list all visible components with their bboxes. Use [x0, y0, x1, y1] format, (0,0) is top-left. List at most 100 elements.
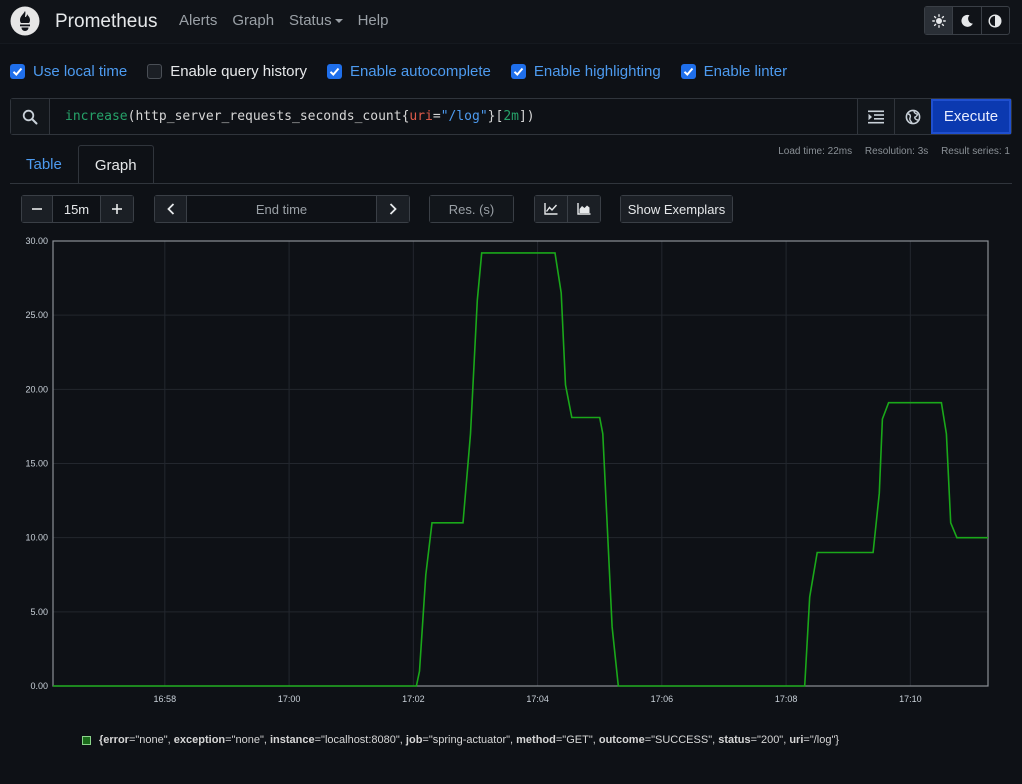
- prometheus-logo-icon[interactable]: [10, 6, 40, 36]
- expression-bar: increase(http_server_requests_seconds_co…: [10, 98, 1012, 135]
- legend-label-value: ="none",: [128, 734, 174, 746]
- decrease-range-button[interactable]: [22, 196, 53, 222]
- legend-label-value: ="none",: [225, 734, 270, 746]
- dark-theme-button[interactable]: [953, 7, 982, 34]
- checkbox[interactable]: [147, 64, 163, 79]
- legend-label-key: outcome: [598, 734, 645, 746]
- y-tick-label: 15.00: [25, 459, 48, 469]
- range-control: 15m: [21, 195, 134, 223]
- checkbox[interactable]: [680, 64, 696, 79]
- chevron-right-icon: [389, 203, 397, 215]
- indent-icon: [868, 110, 884, 123]
- panel-tabs: Table Graph: [10, 145, 154, 184]
- checkbox[interactable]: [510, 64, 526, 79]
- expr-close: ]): [518, 109, 535, 124]
- next-time-button[interactable]: [377, 196, 409, 222]
- unstacked-chart-button[interactable]: [535, 196, 568, 222]
- sun-icon: [931, 13, 946, 28]
- y-tick-label: 10.00: [25, 533, 48, 543]
- execute-button[interactable]: Execute: [931, 99, 1011, 134]
- option-label[interactable]: Enable highlighting: [534, 63, 661, 80]
- check-icon: [683, 67, 693, 76]
- resolution-input[interactable]: Res. (s): [430, 196, 513, 222]
- expr-paren-open: (: [127, 109, 136, 124]
- nav-status-dropdown[interactable]: Status: [289, 12, 343, 29]
- expr-metric: http_server_requests_seconds_count: [135, 109, 402, 124]
- end-time-input[interactable]: End time: [187, 196, 377, 222]
- legend-label-value: ="/log"}: [803, 734, 840, 746]
- legend-label-key: status: [718, 734, 751, 746]
- line-chart-icon: [544, 203, 558, 215]
- tab-table[interactable]: Table: [10, 145, 78, 184]
- stacked-chart-button[interactable]: [568, 196, 600, 222]
- area-chart-icon: [577, 203, 591, 215]
- show-exemplars-button[interactable]: Show Exemplars: [621, 196, 732, 222]
- previous-time-button[interactable]: [155, 196, 187, 222]
- resolution: Resolution: 3s: [864, 146, 929, 157]
- option-label[interactable]: Enable autocomplete: [350, 63, 491, 80]
- chevron-left-icon: [166, 203, 174, 215]
- resolution-control: Res. (s): [429, 195, 514, 223]
- series-color-swatch: [82, 735, 91, 745]
- plus-icon: [112, 204, 122, 214]
- option-enable-query-history[interactable]: Enable query history: [147, 63, 307, 80]
- search-icon: [22, 109, 38, 124]
- globe-icon: [905, 109, 921, 124]
- tab-divider: [10, 183, 1012, 184]
- option-enable-highlighting[interactable]: Enable highlighting: [510, 63, 661, 80]
- legend-label-value: ="GET",: [555, 734, 599, 746]
- top-navbar: Prometheus Alerts Graph Status Help: [0, 0, 1022, 44]
- nav-graph[interactable]: Graph: [232, 12, 274, 29]
- search-icon-cell: [11, 99, 50, 134]
- y-tick-label: 20.00: [25, 384, 48, 394]
- load-time: Load time: 22ms: [778, 146, 853, 157]
- x-tick-label: 17:10: [899, 694, 922, 704]
- expr-label-name: uri: [409, 109, 433, 124]
- nav-alerts[interactable]: Alerts: [179, 12, 217, 29]
- nav-status-label: Status: [289, 12, 332, 29]
- theme-toggle-group: [924, 6, 1010, 35]
- metrics-explorer-button[interactable]: [894, 99, 931, 134]
- y-tick-label: 30.00: [25, 236, 48, 246]
- checkbox[interactable]: [326, 64, 342, 79]
- auto-theme-button[interactable]: [982, 7, 1009, 34]
- result-series: Result series: 1: [941, 146, 1010, 157]
- option-use-local-time[interactable]: Use local time: [10, 63, 127, 80]
- legend-label-key: uri: [789, 734, 804, 746]
- expression-input[interactable]: increase(http_server_requests_seconds_co…: [50, 99, 857, 134]
- x-tick-label: 17:00: [278, 694, 301, 704]
- option-label[interactable]: Enable query history: [170, 63, 307, 80]
- range-input[interactable]: 15m: [53, 196, 101, 222]
- legend-label-key: method: [516, 734, 556, 746]
- legend-label-key: {error: [99, 734, 129, 746]
- brand-title[interactable]: Prometheus: [55, 11, 157, 33]
- option-label[interactable]: Enable linter: [704, 63, 787, 80]
- x-tick-label: 17:02: [402, 694, 425, 704]
- option-enable-linter[interactable]: Enable linter: [680, 63, 787, 80]
- x-tick-label: 17:06: [651, 694, 674, 704]
- end-time-control: End time: [154, 195, 410, 223]
- check-icon: [329, 67, 340, 76]
- light-theme-button[interactable]: [925, 7, 954, 34]
- graph-plot[interactable]: 0.00 5.00 10.00 15.00 20.00 25.00 30.00 16:58 17…: [0, 230, 1022, 710]
- expr-function: increase: [65, 109, 128, 124]
- checkbox[interactable]: [10, 64, 25, 79]
- legend-label-key: job: [405, 734, 423, 746]
- nav-links: Alerts Graph Status Help: [179, 12, 403, 29]
- format-expression-button[interactable]: [857, 99, 894, 134]
- nav-help[interactable]: Help: [358, 12, 389, 29]
- y-tick-label: 25.00: [25, 310, 48, 320]
- option-enable-autocomplete[interactable]: Enable autocomplete: [326, 63, 491, 80]
- expr-brace-open: {: [401, 109, 410, 124]
- minus-icon: [32, 208, 42, 210]
- check-icon: [513, 67, 524, 76]
- increase-range-button[interactable]: [101, 196, 133, 222]
- series-legend[interactable]: {error="none", exception="none", instanc…: [82, 734, 839, 746]
- expr-range: 2m: [503, 109, 519, 124]
- tab-graph[interactable]: Graph: [77, 145, 154, 184]
- option-label[interactable]: Use local time: [33, 63, 127, 80]
- legend-label-value: ="spring-actuator",: [422, 734, 517, 746]
- legend-label-value: ="200",: [750, 734, 790, 746]
- moon-icon: [961, 14, 973, 27]
- y-tick-label: 5.00: [30, 607, 48, 617]
